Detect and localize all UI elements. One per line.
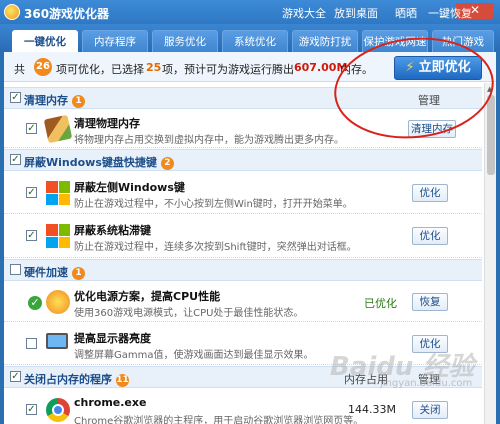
desc-chrome: Chrome谷歌浏览器的主程序，用于启动谷歌浏览器浏览网页等。 bbox=[74, 416, 364, 424]
memory-chrome: 144.33M bbox=[348, 403, 396, 416]
scroll-up-icon[interactable]: ▲ bbox=[487, 85, 492, 93]
title-cpu: 优化电源方案，提高CPU性能 bbox=[74, 290, 221, 303]
tab-memory-programs[interactable]: 内存程序 bbox=[82, 30, 148, 52]
tab-protect-network[interactable]: 保护游戏网速 bbox=[362, 30, 428, 52]
desc-clean-memory: 将物理内存占用交换到虚拟内存中，能为游戏腾出更多内存。 bbox=[74, 135, 344, 146]
group-clean-memory: ✓ 清理内存 1 管理 bbox=[4, 87, 482, 109]
title-sticky: 屏蔽系统粘滞键 bbox=[74, 224, 151, 237]
group-title-winkeys: 屏蔽Windows键盘快捷键 2 bbox=[24, 154, 174, 170]
list-item-clean-memory: ✓ 清理物理内存 将物理内存占用交换到虚拟内存中，能为游戏腾出更多内存。 清理内… bbox=[4, 110, 482, 148]
app-logo-icon bbox=[4, 4, 20, 20]
title-left-win: 屏蔽左侧Windows键 bbox=[74, 181, 185, 194]
vertical-scrollbar[interactable]: ▲ bbox=[484, 83, 496, 424]
monitor-icon bbox=[46, 333, 70, 357]
summary-text-1: 项可优化，已选择 bbox=[56, 63, 144, 76]
list-item-sticky-keys: ✓ 屏蔽系统粘滞键 防止在游戏过程中，连续多次按到Shift键时，突然弹出对话框… bbox=[4, 214, 482, 258]
tab-one-click-optimize[interactable]: 一键优化 bbox=[12, 30, 78, 52]
link-share[interactable]: 晒晒 bbox=[395, 5, 417, 21]
optimize-now-label: 立即优化 bbox=[418, 60, 471, 75]
optimize-sticky-button[interactable]: 优化 bbox=[412, 227, 448, 245]
selected-count: 25 bbox=[146, 61, 162, 74]
app-title: 360游戏优化器 bbox=[24, 7, 110, 21]
group-title-hardware: 硬件加速 1 bbox=[24, 264, 85, 280]
broom-icon bbox=[43, 114, 73, 144]
group-count-programs: 11 bbox=[116, 374, 129, 387]
checkbox-sticky[interactable]: ✓ bbox=[26, 230, 37, 241]
checkbox-gamma[interactable] bbox=[26, 338, 37, 349]
title-bar: 360游戏优化器 游戏大全 放到桌面 晒晒 一键恢复 _ ✕ bbox=[0, 0, 500, 24]
summary-text-2: 项，预计可为游戏运行腾出 bbox=[162, 63, 294, 76]
tab-bar: 一键优化 内存程序 服务优化 系统优化 游戏防打扰 保护游戏网速 热门游戏 bbox=[0, 24, 500, 52]
tab-hot-games[interactable]: 热门游戏 bbox=[432, 30, 494, 52]
title-clean-memory: 清理物理内存 bbox=[74, 117, 140, 130]
group-count-hardware: 1 bbox=[72, 267, 85, 280]
list-item-left-win-key: ✓ 屏蔽左侧Windows键 防止在游戏过程中，不小心按到左侧Win键时，打开开… bbox=[4, 172, 482, 214]
link-restore-visible[interactable]: 一键恢复 bbox=[428, 5, 472, 21]
list-item-cpu-power: ✓ 优化电源方案，提高CPU性能 使用360游戏电源模式，让CPU处于最佳性能状… bbox=[4, 282, 482, 322]
total-count-badge: 26 bbox=[34, 58, 52, 76]
group-hardware-acceleration: 硬件加速 1 bbox=[4, 259, 482, 281]
group-checkbox-hardware[interactable] bbox=[10, 264, 21, 275]
group-checkbox-clean[interactable]: ✓ bbox=[10, 92, 21, 103]
windows-logo-icon bbox=[46, 181, 70, 205]
chrome-icon bbox=[46, 398, 70, 422]
done-check-icon: ✓ bbox=[28, 296, 42, 310]
restore-cpu-button[interactable]: 恢复 bbox=[412, 293, 448, 311]
checkbox-left-win[interactable]: ✓ bbox=[26, 187, 37, 198]
title-gamma: 提高显示器亮度 bbox=[74, 332, 151, 345]
link-put-on-desktop[interactable]: 放到桌面 bbox=[334, 5, 378, 21]
title-chrome: chrome.exe bbox=[74, 396, 147, 409]
group-title-programs: 关闭占内存的程序 11 bbox=[24, 373, 129, 387]
link-game-library[interactable]: 游戏大全 bbox=[282, 5, 326, 21]
desc-gamma: 调整屏幕Gamma值，使游戏画面达到最佳显示效果。 bbox=[74, 350, 314, 361]
group-count-clean: 1 bbox=[72, 95, 85, 108]
desc-left-win: 防止在游戏过程中，不小心按到左侧Win键时，打开开始菜单。 bbox=[74, 199, 353, 210]
group-block-win-keys: ✓ 屏蔽Windows键盘快捷键 2 bbox=[4, 149, 482, 171]
desc-cpu: 使用360游戏电源模式，让CPU处于最佳性能状态。 bbox=[74, 308, 304, 319]
checkbox-clean-memory[interactable]: ✓ bbox=[26, 123, 37, 134]
tab-service-optimize[interactable]: 服务优化 bbox=[152, 30, 218, 52]
clean-memory-button[interactable]: 清理内存 bbox=[408, 120, 456, 138]
windows-logo-icon bbox=[46, 224, 70, 248]
checkbox-chrome[interactable]: ✓ bbox=[26, 404, 37, 415]
group-checkbox-winkeys[interactable]: ✓ bbox=[10, 154, 21, 165]
summary-bar: 共 26 项可优化，已选择 25 项，预计可为游戏运行腾出 607.00M 内存… bbox=[4, 52, 496, 82]
scroll-thumb[interactable] bbox=[487, 95, 495, 175]
tab-system-optimize[interactable]: 系统优化 bbox=[222, 30, 288, 52]
group-title-clean: 清理内存 1 bbox=[24, 92, 85, 108]
lightning-icon: ⚡ bbox=[405, 60, 415, 75]
summary-suffix: 内存。 bbox=[340, 63, 373, 76]
tab-game-no-disturb[interactable]: 游戏防打扰 bbox=[292, 30, 358, 52]
watermark-url: jingyan.baidu.com bbox=[380, 378, 473, 389]
desc-sticky: 防止在游戏过程中，连续多次按到Shift键时，突然弹出对话框。 bbox=[74, 242, 357, 253]
group-count-winkeys: 2 bbox=[160, 157, 174, 170]
optimize-left-win-button[interactable]: 优化 bbox=[412, 184, 448, 202]
optimize-now-button[interactable]: ⚡ 立即优化 bbox=[394, 56, 482, 80]
power-plan-icon bbox=[46, 290, 70, 314]
close-chrome-button[interactable]: 关闭 bbox=[412, 401, 448, 419]
list-item-chrome: ✓ chrome.exe Chrome谷歌浏览器的主程序，用于启动谷歌浏览器浏览… bbox=[4, 389, 482, 424]
summary-prefix: 共 bbox=[14, 63, 25, 76]
status-optimized: 已优化 bbox=[364, 297, 397, 310]
group-manage-clean[interactable]: 管理 bbox=[418, 92, 440, 108]
group-checkbox-programs[interactable]: ✓ bbox=[10, 371, 21, 382]
